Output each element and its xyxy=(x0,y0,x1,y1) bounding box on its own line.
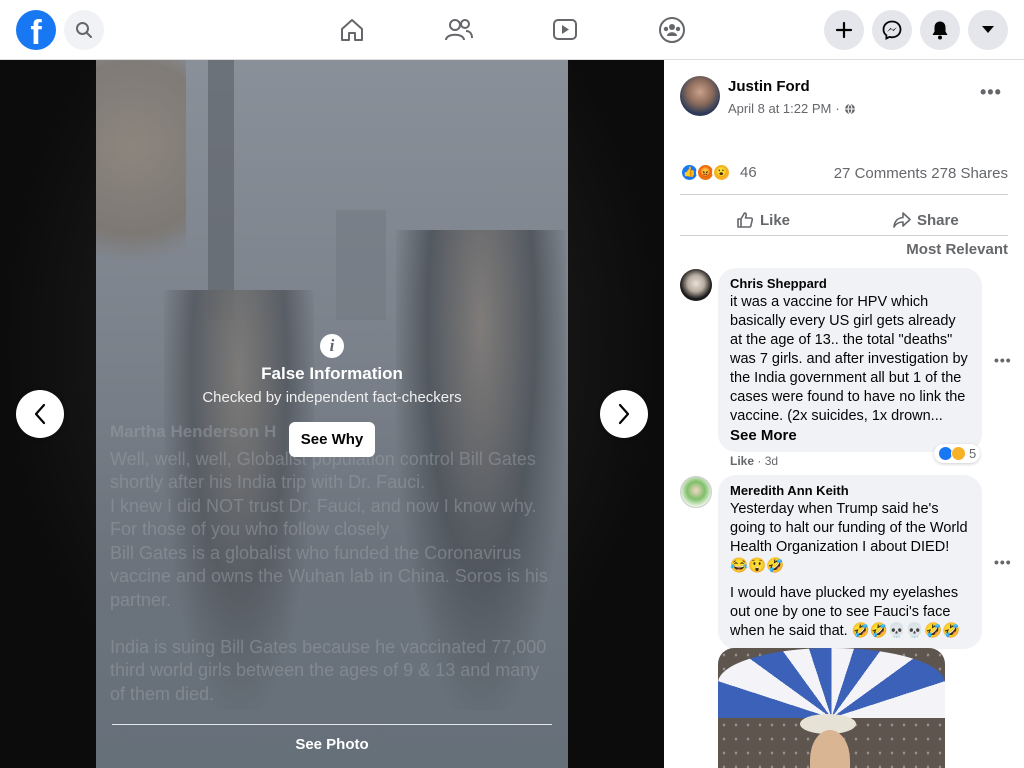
notifications-icon xyxy=(932,21,948,40)
info-icon: i xyxy=(320,334,344,358)
notifications-button[interactable] xyxy=(920,10,960,50)
comment-bubble: Meredith Ann Keith Yesterday when Trump … xyxy=(718,475,982,649)
photo-overlay-text: Martha Henderson H Well, well, well, Glo… xyxy=(110,420,550,706)
post-panel: Justin Ford April 8 at 1:22 PM · ••• 👍 😡… xyxy=(664,60,1024,768)
photo-viewer: Martha Henderson H Well, well, well, Glo… xyxy=(0,60,664,768)
thumbs-up-icon xyxy=(737,212,754,228)
watch-icon xyxy=(553,19,577,40)
share-label: Share xyxy=(917,211,959,229)
post-timestamp[interactable]: April 8 at 1:22 PM xyxy=(728,101,831,116)
nav-watch[interactable] xyxy=(547,12,583,48)
nav-groups[interactable] xyxy=(654,12,690,48)
comment-options-icon[interactable]: ••• xyxy=(994,554,1012,570)
search-button[interactable] xyxy=(64,10,104,50)
avatar[interactable] xyxy=(680,476,712,508)
engagement-counts: 27 Comments 278 Shares xyxy=(834,165,1008,182)
previous-photo-button[interactable] xyxy=(16,390,64,438)
comment-options-icon[interactable]: ••• xyxy=(994,352,1012,368)
haha-reaction-icon xyxy=(951,446,966,461)
photo-tree xyxy=(96,60,186,280)
see-photo-button[interactable]: See Photo xyxy=(96,736,568,753)
friends-icon xyxy=(445,19,473,41)
globe-icon xyxy=(844,103,855,114)
chevron-left-icon xyxy=(34,403,46,425)
fact-check-title: False Information xyxy=(261,364,403,383)
nav-home[interactable] xyxy=(334,12,370,48)
reaction-count: 46 xyxy=(740,164,757,181)
post-meta: April 8 at 1:22 PM · xyxy=(728,101,856,116)
shares-count[interactable]: 278 Shares xyxy=(931,165,1008,182)
account-menu-button[interactable] xyxy=(968,10,1008,50)
chevron-right-icon xyxy=(618,403,630,425)
menu-caret-icon xyxy=(982,26,994,33)
photo-tower xyxy=(208,60,234,320)
see-why-button[interactable]: See Why xyxy=(288,422,376,457)
avatar[interactable] xyxy=(680,269,712,301)
facebook-logo[interactable]: f xyxy=(16,10,56,50)
plus-icon xyxy=(835,21,853,39)
avatar[interactable] xyxy=(680,76,720,116)
poster-name[interactable]: Justin Ford xyxy=(728,78,810,95)
comment-text: it was a vaccine for HPV which basically… xyxy=(730,294,968,424)
comment-time[interactable]: 3d xyxy=(765,454,778,468)
search-icon xyxy=(76,22,92,38)
divider xyxy=(680,235,1008,236)
comment-text: Yesterday when Trump said he's going to … xyxy=(730,501,968,574)
nav-friends[interactable] xyxy=(441,12,477,48)
messenger-icon xyxy=(882,20,902,40)
like-button[interactable]: Like xyxy=(736,205,790,235)
create-button[interactable] xyxy=(824,10,864,50)
share-icon xyxy=(893,212,911,228)
comment-reaction-count: 5 xyxy=(969,446,977,461)
post-options-icon[interactable]: ••• xyxy=(980,82,1002,103)
reaction-summary[interactable]: 👍 😡 😮 46 xyxy=(680,163,757,182)
gif-umbrella xyxy=(718,648,945,718)
home-icon xyxy=(341,19,363,41)
comment-gif-image[interactable] xyxy=(718,648,945,768)
see-more-link[interactable]: See More xyxy=(730,427,970,444)
fact-check-subtitle: Checked by independent fact-checkers xyxy=(202,389,462,406)
like-label: Like xyxy=(760,211,791,229)
comments-count[interactable]: 27 Comments xyxy=(834,165,927,182)
meta-dot: · xyxy=(757,454,765,468)
comment-text-paragraph-2: I would have plucked my eyelashes out on… xyxy=(730,585,961,639)
groups-icon xyxy=(659,17,685,43)
photo-building xyxy=(336,210,386,320)
top-navigation-bar: f xyxy=(0,0,1024,60)
messenger-button[interactable] xyxy=(872,10,912,50)
fact-check-warning: i False Information Checked by independe… xyxy=(96,330,568,457)
wow-reaction-icon: 😮 xyxy=(712,163,731,182)
next-photo-button[interactable] xyxy=(600,390,648,438)
photo-overlay-body: Well, well, well, Globalist population c… xyxy=(110,448,548,704)
commenter-name[interactable]: Meredith Ann Keith xyxy=(730,483,970,498)
comment-like-link[interactable]: Like xyxy=(730,454,754,468)
share-button[interactable]: Share xyxy=(893,205,959,235)
commenter-name[interactable]: Chris Sheppard xyxy=(730,276,970,291)
divider xyxy=(680,194,1008,195)
comment-bubble: Chris Sheppard it was a vaccine for HPV … xyxy=(718,268,982,452)
comment-meta: Like · 3d xyxy=(730,454,778,468)
meta-separator: · xyxy=(835,101,840,116)
comment-sort-dropdown[interactable]: Most Relevant xyxy=(906,241,1008,258)
see-photo-divider xyxy=(112,724,552,725)
comment-reactions[interactable]: 5 xyxy=(934,444,981,463)
